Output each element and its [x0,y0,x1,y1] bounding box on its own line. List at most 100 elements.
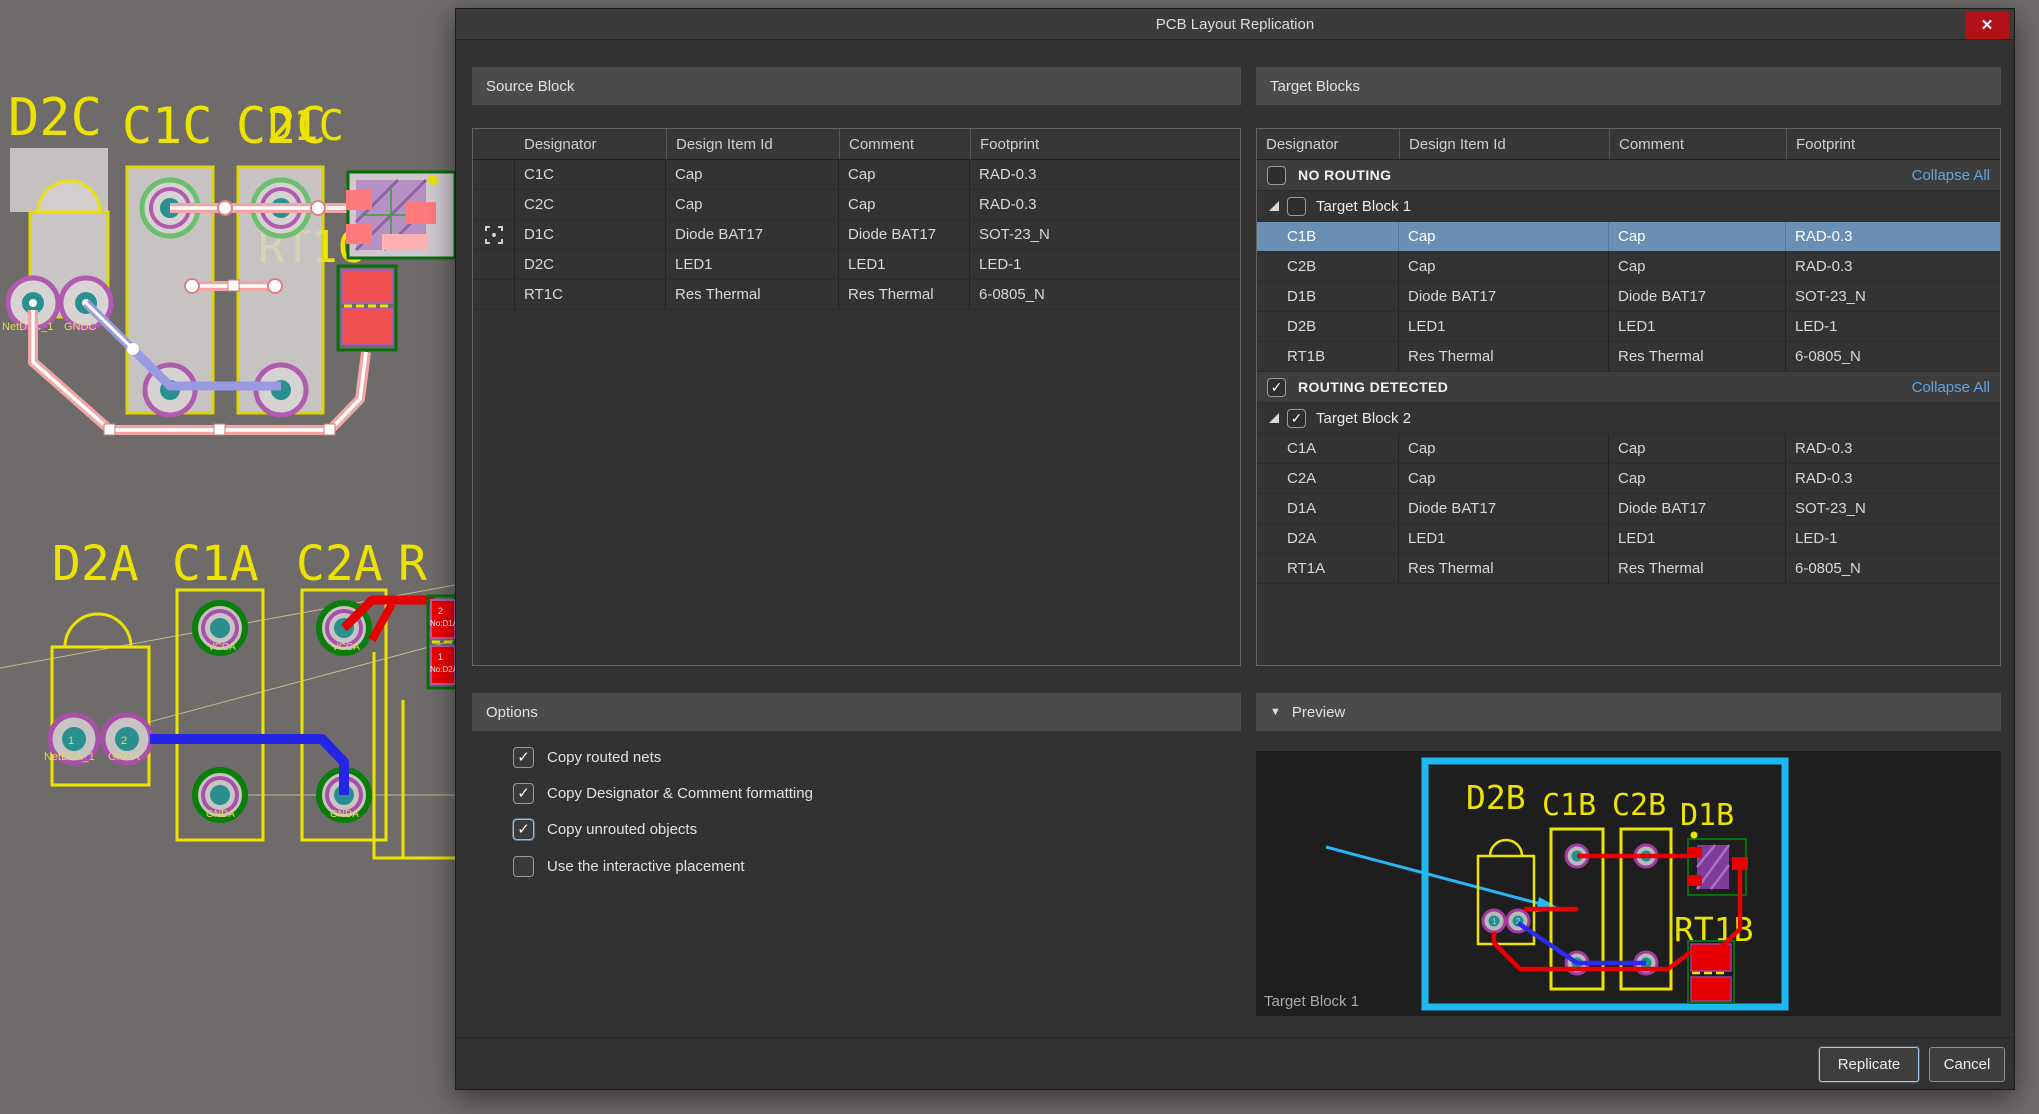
preview-canvas[interactable]: D2B C1B C2B D1B RT1B 1 2 [1256,751,2001,1016]
target-blocks-header: Target Blocks [1256,67,2001,105]
pad-number: 1 [438,652,443,662]
option-label: Use the interactive placement [547,858,745,875]
column-header-design-item-id[interactable]: Design Item Id [666,129,839,159]
replicate-button[interactable]: Replicate [1819,1047,1919,1082]
target-block-2-checkbox[interactable] [1287,409,1306,428]
net-label-gndc: GNDC [64,321,96,333]
table-row[interactable]: D2B LED1 LED1 LED-1 [1257,312,2000,342]
block-label: Target Block 1 [1316,198,1411,215]
option-label: Copy unrouted objects [547,821,697,838]
table-row[interactable]: D2A LED1 LED1 LED-1 [1257,524,2000,554]
table-row[interactable]: C2A Cap Cap RAD-0.3 [1257,464,2000,494]
routing-detected-checkbox[interactable] [1267,378,1286,397]
column-header-footprint[interactable]: Footprint [1786,129,2000,159]
table-row[interactable]: RT1B Res Thermal Res Thermal 6-0805_N [1257,342,2000,372]
group-label: ROUTING DETECTED [1298,379,1448,395]
column-header-icon [473,129,515,159]
net-label-gnda: GNDA [330,809,359,820]
block-label: Target Block 2 [1316,410,1411,427]
options-title: Options [486,704,538,721]
group-row-routing-detected[interactable]: ROUTING DETECTED Collapse All [1257,372,2000,403]
target-table-header-row: Designator Design Item Id Comment Footpr… [1257,129,2000,160]
close-icon[interactable]: ✕ [1965,11,2009,39]
group-label: NO ROUTING [1298,167,1391,183]
copy-routed-nets-checkbox[interactable] [513,747,534,768]
pcb-label-d2c: D2C [8,88,102,148]
component-net-label: No:D2A [430,665,455,674]
pcb-component-d1c [346,172,455,258]
table-row[interactable]: C1B Cap Cap RAD-0.3 [1257,222,2000,252]
source-block-table[interactable]: Designator Design Item Id Comment Footpr… [472,128,1241,666]
preview-title: Preview [1292,704,1345,721]
pcb-label-c1c: C1C [122,97,212,155]
column-header-design-item-id[interactable]: Design Item Id [1399,129,1609,159]
preview-caption: Target Block 1 [1264,993,1359,1010]
blue-trace [150,739,344,795]
target-blocks-table[interactable]: Designator Design Item Id Comment Footpr… [1256,128,2001,666]
dialog-title: PCB Layout Replication [1156,16,1314,33]
pad-number: 1 [1492,917,1497,926]
source-block-header: Source Block [472,67,1241,105]
collapse-triangle-icon[interactable]: ▼ [1270,706,1281,718]
table-row[interactable]: RT1C Res Thermal Res Thermal 6-0805_N [473,280,1240,310]
expand-arrow-icon[interactable] [1269,413,1279,423]
column-header-footprint[interactable]: Footprint [970,129,1240,159]
copy-unrouted-objects-checkbox[interactable] [513,819,534,840]
screen: D2C C1C C2C D1C RT1C NetD2C_1 GNDC [0,0,2039,1114]
dialog-titlebar[interactable]: PCB Layout Replication ✕ [456,9,2014,40]
pcb-editor-background[interactable]: D2C C1C C2C D1C RT1C NetD2C_1 GNDC [0,0,455,1114]
table-row[interactable]: D1A Diode BAT17 Diode BAT17 SOT-23_N [1257,494,2000,524]
block-row-target-block-1[interactable]: Target Block 1 [1257,191,2000,222]
table-row[interactable]: RT1A Res Thermal Res Thermal 6-0805_N [1257,554,2000,584]
option-copy-designator-comment-formatting[interactable]: Copy Designator & Comment formatting [513,779,813,807]
red-trace [372,604,392,640]
net-label-gnda: GNDA [108,751,140,763]
column-header-designator[interactable]: Designator [515,129,666,159]
column-header-comment[interactable]: Comment [1609,129,1786,159]
table-row[interactable]: C1A Cap Cap RAD-0.3 [1257,434,2000,464]
pcb-label-c2a: C2A [296,536,383,592]
pad-number: 2 [438,606,443,616]
net-label-gnda: GNDA [206,809,235,820]
use-interactive-placement-checkbox[interactable] [513,856,534,877]
collapse-all-link[interactable]: Collapse All [1912,379,1990,396]
table-row[interactable]: C2C Cap Cap RAD-0.3 [473,190,1240,220]
target-blocks-title: Target Blocks [1270,78,1360,95]
pcb-block-c: D2C C1C C2C D1C RT1C NetD2C_1 GNDC [2,88,455,435]
component-net-label: No:D1A [430,619,455,628]
table-row[interactable]: D2C LED1 LED1 LED-1 [473,250,1240,280]
table-row[interactable]: D1B Diode BAT17 Diode BAT17 SOT-23_N [1257,282,2000,312]
collapse-all-link[interactable]: Collapse All [1912,167,1990,184]
net-label-netd2c: NetD2C_1 [2,321,53,333]
option-copy-unrouted-objects[interactable]: Copy unrouted objects [513,815,697,843]
column-header-designator[interactable]: Designator [1257,129,1399,159]
option-use-interactive-placement[interactable]: Use the interactive placement [513,852,745,880]
option-copy-routed-nets[interactable]: Copy routed nets [513,743,661,771]
expand-arrow-icon[interactable] [1269,201,1279,211]
block-row-target-block-2[interactable]: Target Block 2 [1257,403,2000,434]
net-label-netd2a: NetD2A_1 [44,751,95,763]
pcb-label-r: R [398,536,427,592]
column-header-comment[interactable]: Comment [839,129,970,159]
crosshair-icon [485,226,503,244]
table-row[interactable]: C1C Cap Cap RAD-0.3 [473,160,1240,190]
source-table-header-row: Designator Design Item Id Comment Footpr… [473,129,1240,160]
preview-label-c2b: C2B [1612,788,1666,823]
copy-designator-comment-checkbox[interactable] [513,783,534,804]
option-label: Copy routed nets [547,749,661,766]
pad-number: 2 [121,735,127,747]
group-row-no-routing[interactable]: NO ROUTING Collapse All [1257,160,2000,191]
pcb-block-a: D2A C1A C2A R 1 2 NetD2A_1 GNDA [0,536,455,858]
no-routing-checkbox[interactable] [1267,166,1286,185]
target-block-1-checkbox[interactable] [1287,197,1306,216]
source-block-title: Source Block [486,78,574,95]
cancel-button[interactable]: Cancel [1929,1047,2005,1082]
footer-separator [456,1037,2014,1038]
table-row[interactable]: C2B Cap Cap RAD-0.3 [1257,252,2000,282]
net-label-vcca: VCCA [332,642,360,653]
preview-header[interactable]: ▼ Preview [1256,693,2001,731]
table-row[interactable]: D1C Diode BAT17 Diode BAT17 SOT-23_N [473,220,1240,250]
pcb-label-d1c: D1C [268,101,344,150]
pcb-component-d1a-pads: 2 No:D1A 1 No:D2A [428,596,455,688]
preview-label-d2b: D2B [1466,778,1526,817]
